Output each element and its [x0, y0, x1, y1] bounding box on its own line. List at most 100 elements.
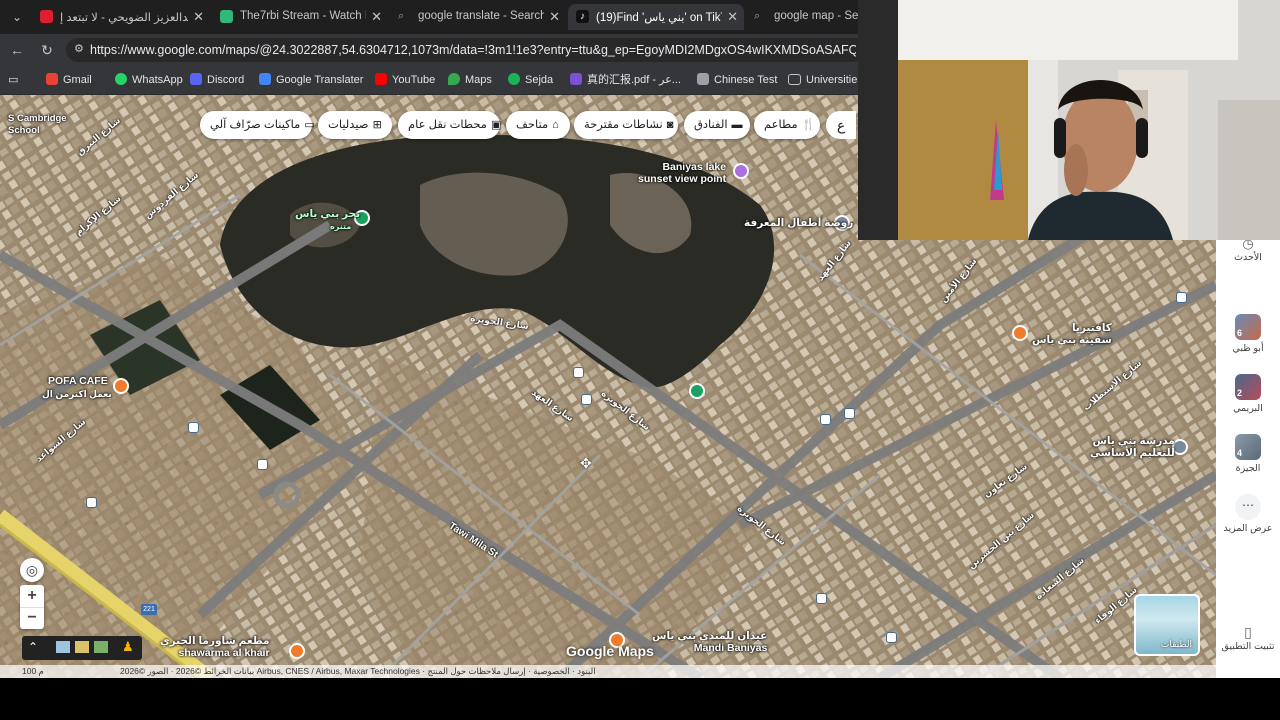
poi-cambridge[interactable]: S Cambridge School: [8, 113, 67, 137]
bus-stop-icon[interactable]: [573, 367, 584, 378]
cafe-pin-icon[interactable]: [113, 378, 129, 394]
bookmark-sejda[interactable]: Sejda: [508, 71, 553, 89]
poi-pofa-cafe[interactable]: POFA CAFE: [48, 375, 108, 387]
rail-label: تثبيت التطبيق: [1221, 641, 1275, 652]
museum-icon: ⌂: [552, 119, 559, 131]
bookmark-whatsapp[interactable]: WhatsApp: [115, 71, 183, 89]
park-pin-icon[interactable]: [689, 383, 705, 399]
kick-icon: [220, 10, 233, 23]
sejda-icon: [508, 73, 520, 85]
rail-abu-dhabi[interactable]: 6 أبو ظبي: [1216, 314, 1280, 354]
tab-title: عبدالعزيز الضويحي - لا تبتعد إ: [60, 12, 188, 24]
camera-icon: ◙: [666, 119, 674, 131]
tab-5[interactable]: ⌕ google map - Search: [746, 4, 858, 30]
apps-icon[interactable]: ▭: [8, 71, 18, 89]
bus-stop-icon[interactable]: [820, 414, 831, 425]
translate-icon: [259, 73, 271, 85]
poi-lake-park[interactable]: بحر بني ياس: [295, 208, 360, 220]
bookmark-youtube[interactable]: YouTube: [375, 71, 435, 89]
tiktok-icon: ♪: [576, 10, 589, 23]
bookmark-label: Discord: [207, 74, 245, 86]
site-info-icon[interactable]: ⚙: [74, 42, 84, 55]
poi-kindergarten[interactable]: روضة أطفال المعرفة: [744, 217, 853, 229]
close-icon[interactable]: ✕: [193, 9, 204, 25]
bookmark-chinese-test[interactable]: Chinese Test: [697, 71, 777, 89]
bookmark-universities[interactable]: Universities: [788, 71, 863, 89]
bookmark-maps[interactable]: Maps: [448, 71, 492, 89]
youtube-icon: [375, 73, 387, 85]
poi-cafeteria[interactable]: كافتيريا سفينة بني ياس: [1032, 322, 1112, 346]
back-arrow-icon[interactable]: ←: [8, 41, 26, 59]
layers-button[interactable]: الطبقات: [1134, 594, 1200, 656]
rail-install-app[interactable]: ▯ تثبيت التطبيق: [1216, 624, 1280, 652]
poi-school[interactable]: مدرسة بني ياس للتعليم الأساسي: [1090, 435, 1175, 459]
terrain-thumb-icon[interactable]: [56, 641, 70, 653]
bus-stop-icon[interactable]: [1176, 292, 1187, 303]
whatsapp-icon: [115, 73, 127, 85]
expand-up-icon[interactable]: ⌃: [28, 640, 38, 654]
tab-1[interactable]: عبدالعزيز الضويحي - لا تبتعد إ ✕: [32, 4, 210, 30]
bookmark-google-translater[interactable]: Google Translater: [259, 71, 363, 89]
chip-museums[interactable]: متاحف ⌂: [506, 111, 570, 139]
reload-icon[interactable]: ↻: [38, 41, 56, 59]
bus-stop-icon[interactable]: [886, 632, 897, 643]
pharmacy-icon: ⊞: [372, 119, 382, 131]
zoom-in-button[interactable]: +: [20, 585, 44, 607]
bookmark-label: Universities: [806, 74, 863, 86]
url-text[interactable]: https://www.google.com/maps/@24.3022887,…: [90, 43, 856, 57]
bus-stop-icon[interactable]: [188, 422, 199, 433]
rail-recents[interactable]: ◷ الأحدث: [1216, 236, 1280, 263]
chip-atm[interactable]: ماكينات صرّاف آلي ▭: [200, 111, 315, 139]
poi-mandi[interactable]: عيدان للمندي بني ياس Mandi Baniyas: [652, 630, 767, 654]
zoom-out-button[interactable]: −: [20, 607, 44, 630]
scale-bar[interactable]: 100 م: [22, 665, 44, 678]
rail-label: الأحدث: [1234, 252, 1262, 263]
traffic-thumb-icon[interactable]: [75, 641, 89, 653]
bookmark-discord[interactable]: Discord: [190, 71, 244, 89]
cafe-pin-icon[interactable]: [1012, 325, 1028, 341]
chip-hotels[interactable]: الفنادق ▬: [684, 111, 750, 139]
pegman-icon[interactable]: ♟: [122, 639, 134, 655]
bookmark-pdf[interactable]: 真的汇报.pdf - عر...: [570, 71, 681, 89]
restaurant-pin-icon[interactable]: [289, 643, 305, 659]
tab-title: google translate - Search: [418, 10, 544, 22]
rail-buraimi[interactable]: 2 البريمي: [1216, 374, 1280, 414]
close-icon[interactable]: ✕: [549, 9, 560, 25]
poi-shawarma[interactable]: مطعم شاورما الخيري shawarma al khair: [160, 635, 270, 659]
bookmark-gmail[interactable]: Gmail: [46, 71, 92, 89]
transit-thumb-icon[interactable]: [94, 641, 108, 653]
rail-show-more[interactable]: ⋯ عرض المزيد: [1216, 494, 1280, 534]
poi-baniyas-lake[interactable]: Baniyas lake sunset view point: [638, 161, 726, 185]
tab-search-button[interactable]: ⌄: [6, 8, 28, 26]
address-bar[interactable]: ⚙ https://www.google.com/maps/@24.302288…: [66, 38, 858, 62]
rail-badge: 2: [1237, 388, 1243, 398]
bus-stop-icon[interactable]: [86, 497, 97, 508]
bookmark-label: Sejda: [525, 74, 554, 86]
search-icon: ⌕: [754, 10, 761, 22]
webcam-overlay: [858, 0, 1280, 240]
chip-scroll-button[interactable]: ع: [826, 111, 856, 139]
fork-knife-icon: 🍴: [801, 119, 816, 131]
tab-4-active[interactable]: ♪ (19)Find 'بني ياس' on TikTok | ✕: [568, 4, 744, 30]
rail-giza[interactable]: 4 الجيزة: [1216, 434, 1280, 474]
maps-side-rail: ◷ الأحدث 6 أبو ظبي 2 البريمي 4 الجيزة ⋯ …: [1216, 236, 1280, 678]
letterbox: [0, 678, 1280, 720]
attribution-text[interactable]: بيانات الخرائط ©2026 · الصور ©2026 Airbu…: [120, 665, 596, 678]
bus-stop-icon[interactable]: [816, 593, 827, 604]
close-icon[interactable]: ✕: [371, 9, 382, 25]
bus-stop-icon[interactable]: [581, 394, 592, 405]
bookmarks-bar: ▭ Gmail WhatsApp Discord Google Translat…: [0, 66, 863, 95]
tab-title: The7rbi Stream - Watch Live: [240, 10, 366, 22]
my-location-button[interactable]: ◎: [20, 558, 44, 582]
close-icon[interactable]: ✕: [727, 9, 738, 25]
chip-transit[interactable]: محطات نقل عام ▣: [398, 111, 501, 139]
tab-3[interactable]: ⌕ google translate - Search ✕: [390, 4, 566, 30]
bus-stop-icon[interactable]: [844, 408, 855, 419]
bus-stop-icon[interactable]: [257, 459, 268, 470]
chip-pharmacies[interactable]: صيدليات ⊞: [318, 111, 392, 139]
chip-things-to-do[interactable]: نشاطات مقترحة ◙: [574, 111, 678, 139]
chip-label: ماكينات صرّاف آلي: [210, 119, 301, 131]
chip-restaurants[interactable]: مطاعم 🍴: [754, 111, 820, 139]
tab-2[interactable]: The7rbi Stream - Watch Live ✕: [212, 4, 388, 30]
viewpoint-pin-icon[interactable]: [733, 163, 749, 179]
